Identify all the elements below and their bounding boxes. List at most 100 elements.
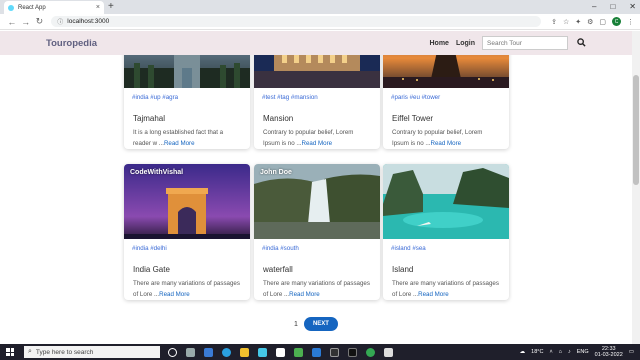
react-favicon-icon <box>8 4 14 11</box>
puzzle-icon[interactable]: ⚙ <box>587 18 593 26</box>
file-explorer-icon[interactable] <box>240 347 249 357</box>
tour-card[interactable]: CodeWithVishal #india #delhi India Gate … <box>124 164 250 300</box>
read-more-link[interactable]: Read More <box>289 291 320 298</box>
chrome-icon[interactable] <box>366 347 375 357</box>
info-icon[interactable]: ⓘ <box>57 17 63 26</box>
card-author: John Doe <box>260 169 292 176</box>
toolbar-icons: ⇪ ☆ ✦ ⚙ ▢ C ⋮ <box>551 17 634 26</box>
share-icon[interactable]: ⇪ <box>551 18 557 26</box>
edge-icon[interactable] <box>222 347 231 357</box>
tour-card[interactable]: #island #sea Island There are many varia… <box>383 164 509 300</box>
url-text: localhost:3000 <box>67 18 110 25</box>
next-page-button[interactable]: NEXT <box>303 317 338 331</box>
card-tags[interactable]: #test #tag #mansion <box>262 92 371 104</box>
card-title: India Gate <box>133 265 170 274</box>
windows-taskbar: ⌕ Type here to search ☁ 18°C ˄ ⌂ ♪ ENG 2… <box>0 344 640 360</box>
card-title: Mansion <box>263 114 294 123</box>
app-green-icon[interactable] <box>294 347 303 357</box>
tour-image-eiffel <box>383 55 509 88</box>
taskbar-apps <box>168 347 393 357</box>
pagination: 1 NEXT <box>0 317 632 331</box>
taskbar-clock[interactable]: 22:33 01-03-2022 <box>595 346 623 359</box>
weather-temp[interactable]: 18°C <box>531 349 543 355</box>
windows-start-icon[interactable] <box>6 348 14 356</box>
card-author: CodeWithVishal <box>130 169 184 176</box>
network-icon[interactable]: ⌂ <box>559 349 562 355</box>
current-page-number[interactable]: 1 <box>294 321 298 328</box>
read-more-link[interactable]: Read More <box>418 291 449 298</box>
card-description: There are many variations of passages of… <box>392 280 499 298</box>
read-more-link[interactable]: Read More <box>302 140 333 147</box>
tour-grid: #india #up #agra Tajmahal It is a long e… <box>0 55 632 344</box>
browser-tab-strip: React App × + – □ ✕ <box>0 0 640 14</box>
extension-icon[interactable]: ✦ <box>575 18 581 26</box>
reload-icon[interactable]: ↻ <box>34 16 46 27</box>
forward-arrow-icon[interactable]: → <box>20 17 32 27</box>
card-tags[interactable]: #india #up #agra <box>132 92 241 104</box>
tray-up-arrow-icon[interactable]: ˄ <box>549 349 552 355</box>
close-window-icon[interactable]: ✕ <box>629 0 636 14</box>
taskbar-search-icon: ⌕ <box>28 348 32 355</box>
nav-home-link[interactable]: Home <box>429 40 448 47</box>
taskbar-search-placeholder: Type here to search <box>35 348 94 356</box>
system-tray: ☁ 18°C ˄ ⌂ ♪ ENG 22:33 01-03-2022 ▭ <box>520 346 640 359</box>
terminal-icon[interactable] <box>348 347 357 357</box>
notifications-icon[interactable]: ▭ <box>629 349 634 355</box>
task-view-icon[interactable] <box>186 347 195 357</box>
new-tab-button[interactable]: + <box>108 1 114 13</box>
profile-avatar[interactable]: C <box>612 17 621 26</box>
browser-tab[interactable]: React App × <box>4 1 104 14</box>
card-tags[interactable]: #india #south <box>262 243 371 255</box>
menu-dots-icon[interactable]: ⋮ <box>627 18 634 26</box>
store-icon[interactable] <box>204 347 213 357</box>
brand-logo[interactable]: Touropedia <box>46 38 97 49</box>
card-tags[interactable]: #india #delhi <box>132 243 241 255</box>
card-tags[interactable]: #island #sea <box>391 243 500 255</box>
back-arrow-icon[interactable]: ← <box>6 17 18 27</box>
card-title: Eiffel Tower <box>392 114 434 123</box>
card-title: Tajmahal <box>133 114 166 123</box>
tour-image-island <box>383 164 509 239</box>
app-navbar: Touropedia Home Login <box>0 31 632 55</box>
tour-image-tajmahal <box>124 55 250 88</box>
card-description: Contrary to popular belief, Lorem Ipsum … <box>392 129 483 147</box>
read-more-link[interactable]: Read More <box>431 140 462 147</box>
app-l-icon[interactable] <box>258 347 267 357</box>
scrollbar-thumb[interactable] <box>633 75 639 185</box>
card-description: Contrary to popular belief, Lorem Ipsum … <box>263 129 354 147</box>
tour-image-mansion <box>254 55 380 88</box>
tour-image-india-gate: CodeWithVishal <box>124 164 250 239</box>
taskbar-search-box[interactable]: ⌕ Type here to search <box>24 346 160 358</box>
app-white-icon[interactable] <box>384 347 393 357</box>
card-title: waterfall <box>263 265 293 274</box>
volume-icon[interactable]: ♪ <box>568 349 571 355</box>
read-more-link[interactable]: Read More <box>159 291 190 298</box>
card-description: It is a long established fact that a rea… <box>133 129 224 147</box>
vscode-icon[interactable] <box>312 347 321 357</box>
tab-title: React App <box>18 4 46 11</box>
card-tags[interactable]: #paris #eu #tower <box>391 92 500 104</box>
tour-card[interactable]: #paris #eu #tower Eiffel Tower Contrary … <box>383 55 509 149</box>
search-icon[interactable] <box>577 37 586 49</box>
nav-login-link[interactable]: Login <box>456 40 475 47</box>
nav-links: Home Login <box>429 36 586 50</box>
tour-card[interactable]: John Doe #india #south waterfall There a… <box>254 164 380 300</box>
tour-card[interactable]: #test #tag #mansion Mansion Contrary to … <box>254 55 380 149</box>
tour-card[interactable]: #india #up #agra Tajmahal It is a long e… <box>124 55 250 149</box>
card-description: There are many variations of passages of… <box>263 280 370 298</box>
bookmark-star-icon[interactable]: ☆ <box>563 18 569 26</box>
tab-close-icon[interactable]: × <box>96 4 100 11</box>
address-bar[interactable]: ⓘ localhost:3000 <box>51 16 542 27</box>
minimize-icon[interactable]: – <box>592 0 596 14</box>
read-more-link[interactable]: Read More <box>164 140 195 147</box>
search-input[interactable] <box>482 36 568 50</box>
language-indicator[interactable]: ENG <box>577 349 589 355</box>
sidebar-icon[interactable]: ▢ <box>599 18 606 26</box>
maximize-icon[interactable]: □ <box>610 0 615 14</box>
weather-icon[interactable]: ☁ <box>520 349 526 355</box>
page-scrollbar[interactable] <box>632 31 640 344</box>
cortana-icon[interactable] <box>168 347 177 357</box>
notepad-icon[interactable] <box>276 347 285 357</box>
card-description: There are many variations of passages of… <box>133 280 240 298</box>
github-icon[interactable] <box>330 347 339 357</box>
